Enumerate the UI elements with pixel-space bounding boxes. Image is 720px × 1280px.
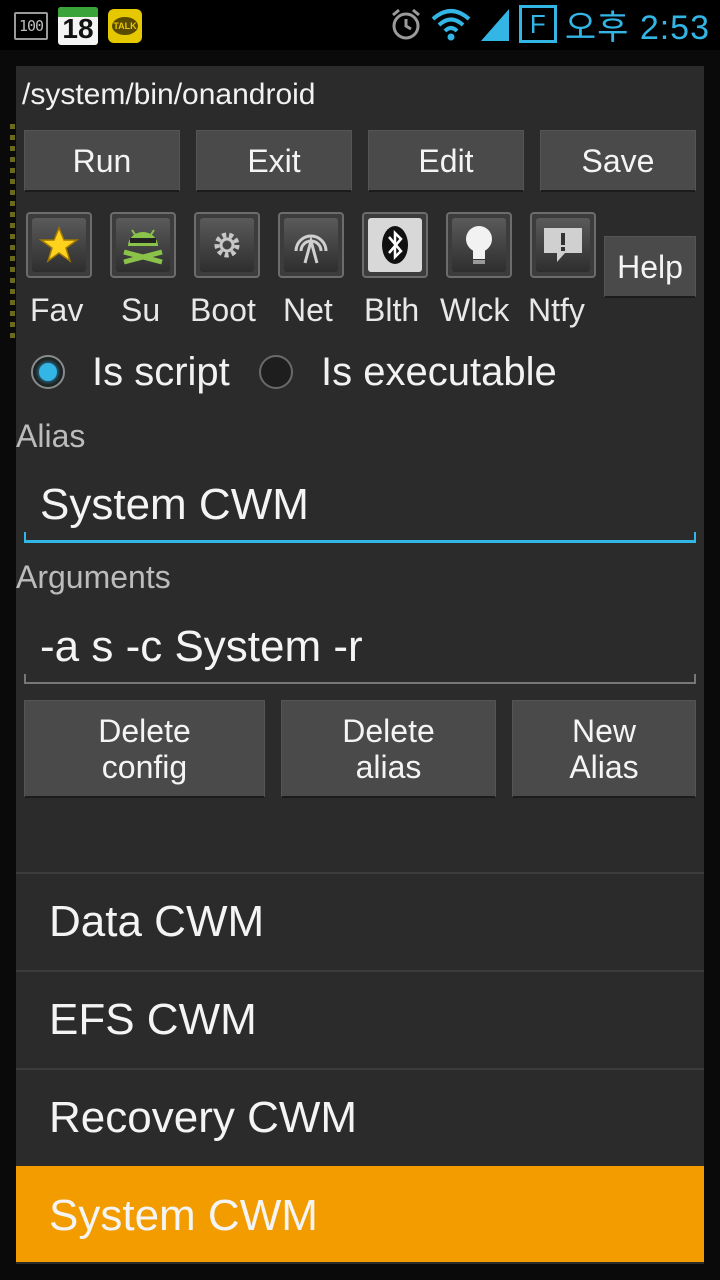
background-log-marks [0, 120, 16, 520]
kakaotalk-icon: TALK [108, 9, 142, 43]
alias-label: Alias [16, 418, 86, 454]
superuser-android-icon [123, 229, 163, 265]
edit-button[interactable]: Edit [368, 130, 524, 192]
fav-toggle[interactable] [26, 212, 92, 278]
boot-toggle[interactable] [194, 212, 260, 278]
network-tower-icon [294, 234, 328, 264]
alias-list-item[interactable]: Recovery CWM [16, 1068, 704, 1164]
delete-alias-button[interactable]: Delete alias [281, 700, 496, 798]
wlck-toggle[interactable] [446, 212, 512, 278]
signal-icon [480, 9, 509, 41]
run-button[interactable]: Run [24, 130, 180, 192]
script-path: /system/bin/onandroid [22, 78, 316, 111]
is-script-label[interactable]: Is script [92, 350, 230, 395]
alias-list-item[interactable]: Data CWM [16, 872, 704, 968]
f-status-icon: F [518, 5, 557, 43]
ntfy-toggle[interactable] [530, 212, 596, 278]
arguments-input-underline [24, 674, 696, 684]
net-toggle[interactable] [278, 212, 344, 278]
is-executable-label[interactable]: Is executable [321, 350, 557, 395]
gear-icon [214, 232, 240, 258]
new-alias-button[interactable]: New Alias [512, 700, 696, 798]
wlck-label: Wlck [440, 292, 510, 328]
arguments-label: Arguments [16, 559, 171, 595]
su-toggle[interactable] [110, 212, 176, 278]
is-executable-radio[interactable] [259, 355, 293, 389]
save-button[interactable]: Save [540, 130, 696, 192]
talk-label: TALK [112, 17, 138, 35]
alias-list-item[interactable]: EFS CWM [16, 970, 704, 1066]
help-button[interactable]: Help [604, 236, 696, 298]
fav-label: Fav [30, 292, 84, 328]
alarm-icon [391, 8, 420, 40]
calendar-icon: 18 [58, 7, 98, 45]
alias-list-item-selected[interactable]: System CWM [16, 1166, 704, 1262]
battery-100-icon: 100 [14, 12, 48, 40]
is-script-radio[interactable] [31, 355, 65, 389]
wifi-icon [431, 9, 471, 41]
net-label: Net [283, 292, 333, 328]
boot-label: Boot [190, 292, 256, 328]
blth-toggle[interactable] [362, 212, 428, 278]
ntfy-label: Ntfy [528, 292, 585, 328]
bluetooth-icon [382, 226, 408, 264]
clock: 오후 2:53 [564, 8, 710, 47]
status-bar: 100 18 TALK F 오후 2:53 [0, 0, 720, 50]
alias-input-underline [24, 532, 696, 543]
script-config-dialog: /system/bin/onandroid Run Exit Edit Save [16, 66, 704, 1264]
star-icon [39, 226, 79, 263]
alias-input[interactable]: System CWM [24, 470, 696, 540]
notification-icon [544, 228, 582, 262]
delete-config-button[interactable]: Delete config [24, 700, 265, 798]
su-label: Su [121, 292, 161, 328]
lightbulb-icon [466, 226, 492, 264]
exit-button[interactable]: Exit [196, 130, 352, 192]
arguments-input[interactable]: -a s -c System -r [24, 612, 696, 682]
blth-label: Blth [364, 292, 420, 328]
